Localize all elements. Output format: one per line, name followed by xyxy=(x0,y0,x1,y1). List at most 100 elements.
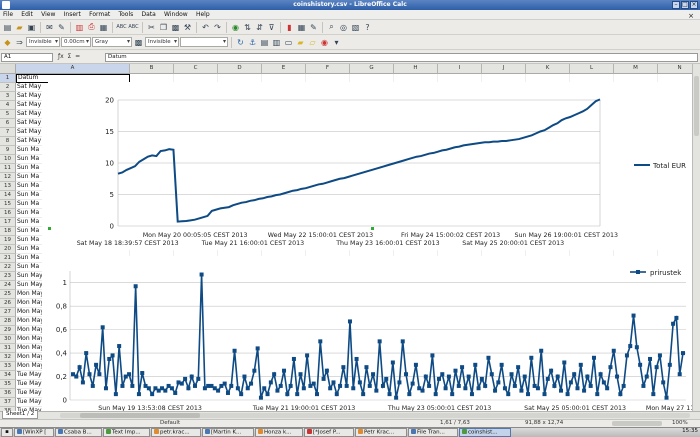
cell-a7[interactable]: Sat May xyxy=(16,128,42,137)
chart-total-eur[interactable]: 0 5 10 15 20 Mon May 20 00:05:05 CEST 2013 Wed… xyxy=(48,82,698,250)
row-header-13[interactable]: 13 xyxy=(0,182,16,191)
taskbar-item-csaba[interactable]: Csaba B... xyxy=(55,428,102,437)
horizontal-scroll-thumb[interactable] xyxy=(80,413,200,418)
redo-icon[interactable]: ↷ xyxy=(212,22,223,33)
zoom-slider[interactable] xyxy=(612,421,662,426)
select-all-corner[interactable] xyxy=(0,64,16,74)
group-icon[interactable]: ▰ xyxy=(295,37,306,48)
gallery-icon[interactable]: ▧ xyxy=(350,22,361,33)
name-box[interactable]: A1 xyxy=(1,53,53,62)
send-to-back-icon[interactable]: ▥ xyxy=(271,37,282,48)
cell-a23[interactable]: Sun May xyxy=(16,272,42,281)
area-style-select[interactable]: Invisible xyxy=(145,37,179,47)
new-document-icon[interactable]: ▤ xyxy=(2,22,13,33)
cell-a16[interactable]: Sun Ma xyxy=(16,209,42,218)
cell-a27[interactable]: Mon May xyxy=(16,308,42,317)
row-header-2[interactable]: 2 xyxy=(0,83,16,92)
row-header-12[interactable]: 12 xyxy=(0,173,16,182)
row-header-27[interactable]: 27 xyxy=(0,308,16,317)
sheet-tab[interactable]: Sheet1 / 2 xyxy=(2,411,39,419)
save-icon[interactable]: ▣ xyxy=(26,22,37,33)
row-header-14[interactable]: 14 xyxy=(0,191,16,200)
vertical-scroll-thumb[interactable] xyxy=(694,76,699,136)
row-header-31[interactable]: 31 xyxy=(0,344,16,353)
navigator-icon[interactable]: ◎ xyxy=(338,22,349,33)
undo-icon[interactable]: ↶ xyxy=(200,22,211,33)
cell-a22[interactable]: Sun Ma xyxy=(16,263,42,272)
arrow-style-icon[interactable]: ⇒ xyxy=(14,37,25,48)
column-header-d[interactable]: D xyxy=(218,64,262,74)
edit-file-icon[interactable]: ✎ xyxy=(56,22,67,33)
row-header-11[interactable]: 11 xyxy=(0,164,16,173)
column-header-e[interactable]: E xyxy=(262,64,306,74)
row-header-25[interactable]: 25 xyxy=(0,290,16,299)
formula-input[interactable]: Datum xyxy=(105,53,698,62)
bring-to-front-icon[interactable]: ▤ xyxy=(259,37,270,48)
cell-a31[interactable]: Mon May xyxy=(16,344,42,353)
row-header-23[interactable]: 23 xyxy=(0,272,16,281)
clock[interactable]: 15:35 xyxy=(660,428,700,437)
spellcheck-icon[interactable]: ABC xyxy=(116,22,127,33)
horizontal-scrollbar[interactable] xyxy=(60,413,690,418)
row-header-17[interactable]: 17 xyxy=(0,218,16,227)
row-header-6[interactable]: 6 xyxy=(0,119,16,128)
cell-a34[interactable]: Tue May xyxy=(16,371,42,380)
cell-a32[interactable]: Mon May xyxy=(16,353,42,362)
menu-insert[interactable]: Insert xyxy=(61,10,84,18)
cell-a30[interactable]: Mon May xyxy=(16,335,42,344)
row-header-7[interactable]: 7 xyxy=(0,128,16,137)
menu-window[interactable]: Window xyxy=(161,10,191,18)
row-header-34[interactable]: 34 xyxy=(0,371,16,380)
column-header-l[interactable]: L xyxy=(570,64,614,74)
close-icon[interactable]: × xyxy=(690,1,698,9)
cell-a19[interactable]: Sun Ma xyxy=(16,236,42,245)
menu-format[interactable]: Format xyxy=(86,10,113,18)
taskbar-item-honza[interactable]: Honza k... xyxy=(255,428,303,437)
row-header-3[interactable]: 3 xyxy=(0,92,16,101)
taskbar-item-text-import[interactable]: Text Imp... xyxy=(103,428,150,437)
menu-file[interactable]: File xyxy=(0,10,16,18)
chart-icon[interactable]: ▮ xyxy=(284,22,295,33)
row-header-32[interactable]: 32 xyxy=(0,353,16,362)
column-header-g[interactable]: G xyxy=(350,64,394,74)
clone-formatting-icon[interactable]: ⚒ xyxy=(182,22,193,33)
cell-a5[interactable]: Sat May xyxy=(16,110,42,119)
ungroup-icon[interactable]: ▱ xyxy=(307,37,318,48)
copy-icon[interactable]: ❐ xyxy=(158,22,169,33)
row-header-21[interactable]: 21 xyxy=(0,254,16,263)
row-header-20[interactable]: 20 xyxy=(0,245,16,254)
shadow-icon[interactable]: ◉ xyxy=(319,37,330,48)
cell-a28[interactable]: Mon May xyxy=(16,317,42,326)
row-header-26[interactable]: 26 xyxy=(0,299,16,308)
row-header-18[interactable]: 18 xyxy=(0,227,16,236)
cell-a10[interactable]: Sun Ma xyxy=(16,155,42,164)
alignment-icon[interactable]: ▭ xyxy=(283,37,294,48)
row-header-19[interactable]: 19 xyxy=(0,236,16,245)
row-header-1[interactable]: 1 xyxy=(0,74,16,83)
cell-a4[interactable]: Sat May xyxy=(16,101,42,110)
row-header-4[interactable]: 4 xyxy=(0,101,16,110)
page-preview-icon[interactable]: ▦ xyxy=(98,22,109,33)
column-header-b[interactable]: B xyxy=(130,64,174,74)
menu-edit[interactable]: Edit xyxy=(18,10,36,18)
row-header-15[interactable]: 15 xyxy=(0,200,16,209)
row-header-24[interactable]: 24 xyxy=(0,281,16,290)
minimize-icon[interactable]: – xyxy=(672,1,680,9)
cell-a33[interactable]: Mon May xyxy=(16,362,42,371)
email-icon[interactable]: ✉ xyxy=(44,22,55,33)
area-icon[interactable]: ▩ xyxy=(133,37,144,48)
cell-a26[interactable]: Mon May xyxy=(16,299,42,308)
row-header-30[interactable]: 30 xyxy=(0,335,16,344)
sort-ascending-icon[interactable]: ⇅ xyxy=(242,22,253,33)
help-icon[interactable]: ? xyxy=(362,22,373,33)
anchor-icon[interactable]: ⚓ xyxy=(247,37,258,48)
cell-a18[interactable]: Sun Ma xyxy=(16,227,42,236)
chart-prirustek[interactable]: 0 0,2 0,4 0,6 0,8 1 Sun May 19 13:53:08 CEST 2… xyxy=(48,256,698,412)
taskbar-item-petr-krac-mail[interactable]: petr.krac... xyxy=(151,428,201,437)
row-header-29[interactable]: 29 xyxy=(0,326,16,335)
print-icon[interactable]: ⎙ xyxy=(86,22,97,33)
cell-a8[interactable]: Sat May xyxy=(16,137,42,146)
close-document-icon[interactable]: × xyxy=(685,11,697,20)
cell-a6[interactable]: Sat May xyxy=(16,119,42,128)
taskbar-item-martin[interactable]: [Martin K... xyxy=(202,428,254,437)
